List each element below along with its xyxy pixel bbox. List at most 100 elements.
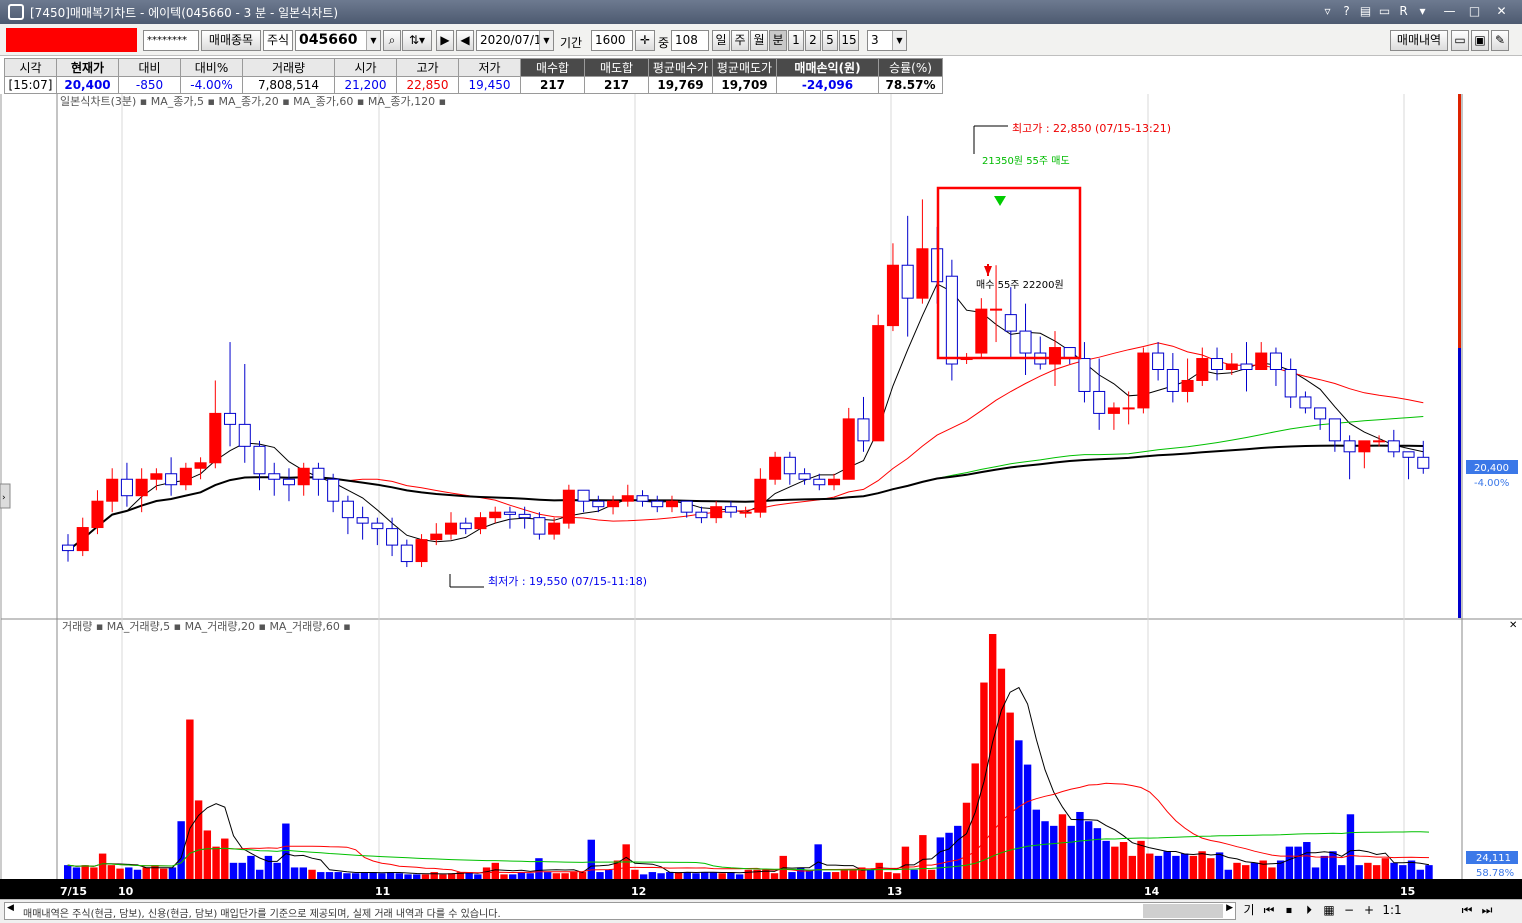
candle-body <box>1196 358 1209 381</box>
volume-bar <box>116 868 124 879</box>
interval-button[interactable]: 2 <box>805 30 821 51</box>
volume-bar <box>1102 840 1110 879</box>
chart-area[interactable]: › 일본식차트(3분) ▪ MA_종가,5 ▪ MA_종가,20 ▪ MA_종가… <box>0 94 1522 899</box>
interval-button[interactable]: 15 <box>839 30 859 51</box>
interval-button[interactable]: 일 <box>712 30 730 51</box>
volume-bar <box>1180 853 1189 879</box>
trade-item-button[interactable]: 매매종목 <box>201 30 261 51</box>
next-icon[interactable]: ▶ <box>436 30 454 51</box>
interval-button[interactable]: 월 <box>750 30 768 51</box>
chevron-down-icon[interactable]: ▼ <box>366 31 380 50</box>
search-icon[interactable]: ⌕ <box>383 30 401 51</box>
pin-icon[interactable]: ▿ <box>1318 3 1337 20</box>
window-title: [7450]매매복기차트 - 에이텍(045660 - 3 분 - 일본식차트) <box>30 6 339 20</box>
crosshair-icon[interactable]: ✛ <box>635 30 655 51</box>
interval-button[interactable]: 1 <box>788 30 804 51</box>
help-icon[interactable]: ? <box>1337 3 1356 20</box>
volume-bar <box>631 869 639 879</box>
volume-bar <box>273 862 281 879</box>
candle-body <box>386 528 399 546</box>
minimize-icon[interactable]: — <box>1440 3 1459 20</box>
candle-body <box>1019 330 1032 354</box>
interval-button[interactable]: 5 <box>822 30 838 51</box>
stats-value-cell: -850 <box>118 76 181 94</box>
volume-bar <box>727 872 735 879</box>
chart-control-button[interactable]: ⏮ <box>1458 902 1476 919</box>
chart-control-button[interactable]: ⏭ <box>1478 902 1496 919</box>
candle-body <box>1093 390 1106 414</box>
close-pane-icon[interactable]: ✕ <box>1509 620 1517 631</box>
mid-input[interactable]: 108 <box>671 30 709 51</box>
chart-control-button[interactable]: + <box>1360 902 1378 919</box>
prev-icon[interactable]: ◀ <box>456 30 474 51</box>
interval-button[interactable]: 주 <box>731 30 749 51</box>
folder-icon[interactable]: ▭ <box>1451 30 1469 51</box>
candle-body <box>430 533 443 541</box>
volume-bar <box>1250 862 1259 879</box>
candle-body <box>680 500 693 513</box>
stats-header-cell: 현재가 <box>56 58 119 77</box>
code-input[interactable]: 045660 ▼ <box>295 30 381 51</box>
chart-control-button[interactable]: ▦ <box>1320 902 1338 919</box>
interval-button[interactable]: 분 <box>769 30 787 51</box>
volume-bar <box>692 873 700 879</box>
volume-bar <box>596 872 604 879</box>
volume-bar <box>1128 855 1137 879</box>
menu-icon[interactable]: ▾ <box>1413 3 1432 20</box>
account-field-redacted[interactable] <box>6 28 137 52</box>
scroll-left-icon[interactable]: ◀ <box>7 903 14 913</box>
candle-body <box>444 522 458 535</box>
volume-bar <box>1050 825 1058 879</box>
layout-icon[interactable]: ▤ <box>1356 3 1375 20</box>
period-label: 기간 <box>560 36 583 50</box>
candle-body <box>548 522 561 535</box>
wrench-icon[interactable]: ✎ <box>1491 30 1509 51</box>
chart-control-button[interactable]: 1:1 <box>1380 902 1404 919</box>
volume-bar <box>770 873 779 879</box>
chevron-down-icon[interactable]: ▼ <box>892 31 906 50</box>
volume-bar <box>866 869 875 879</box>
chart-control-button[interactable]: ⏮ <box>1260 902 1278 919</box>
close-icon[interactable]: ✕ <box>1492 3 1511 20</box>
r-icon[interactable]: R <box>1394 3 1413 20</box>
candle-body <box>1152 352 1165 371</box>
candle-body <box>710 506 723 519</box>
volume-bar <box>718 873 726 879</box>
sort-icon[interactable]: ⇅▾ <box>402 30 432 51</box>
volume-bar <box>351 873 360 879</box>
volume-bar <box>517 872 526 879</box>
candle-body <box>1299 396 1312 409</box>
candle-body <box>1078 358 1091 392</box>
candle-body <box>1343 440 1356 453</box>
chart-control-button[interactable]: 기 <box>1240 902 1258 919</box>
stats-header-cell: 대비% <box>180 58 243 77</box>
stats-header-cell: 고가 <box>396 58 459 77</box>
chart-control-button[interactable]: − <box>1340 902 1358 919</box>
chart-control-button[interactable]: ⏹ <box>1280 902 1298 919</box>
stats-header-cell: 매수합 <box>520 58 585 77</box>
scroll-right-icon[interactable]: ▶ <box>1226 903 1233 913</box>
candle-body <box>282 478 295 486</box>
stats-value-cell: 20,400 <box>56 76 119 94</box>
candle-body <box>268 473 281 480</box>
password-field[interactable]: ******** <box>143 30 199 51</box>
minute-select[interactable]: 3 ▼ <box>867 30 907 51</box>
history-button[interactable]: 매매내역 <box>1390 30 1448 51</box>
maximize-icon[interactable]: □ <box>1465 3 1484 20</box>
volume-bar <box>325 872 334 879</box>
horizontal-scrollbar[interactable]: ◀ 매매내역은 주식(현금, 담보), 신용(현금, 담보) 매입단가를 기준으… <box>4 902 1236 920</box>
scroll-thumb[interactable] <box>1143 904 1223 918</box>
save-icon[interactable]: ▣ <box>1471 30 1489 51</box>
tool-icon[interactable]: ▭ <box>1375 3 1394 20</box>
period-input[interactable]: 1600 <box>591 30 633 51</box>
chevron-down-icon[interactable]: ▼ <box>539 31 553 50</box>
volume-bar <box>1346 814 1355 879</box>
chart-control-button[interactable]: ⏵ <box>1300 902 1318 919</box>
volume-bar <box>648 872 657 879</box>
candle-body <box>842 418 855 480</box>
stats-header-cell: 대비 <box>118 58 181 77</box>
candle-body <box>356 517 369 524</box>
market-type-select[interactable]: 주식 <box>263 30 293 51</box>
x-tick-label: 15 <box>1400 885 1415 898</box>
date-input[interactable]: 2020/07/15 ▼ <box>476 30 554 51</box>
